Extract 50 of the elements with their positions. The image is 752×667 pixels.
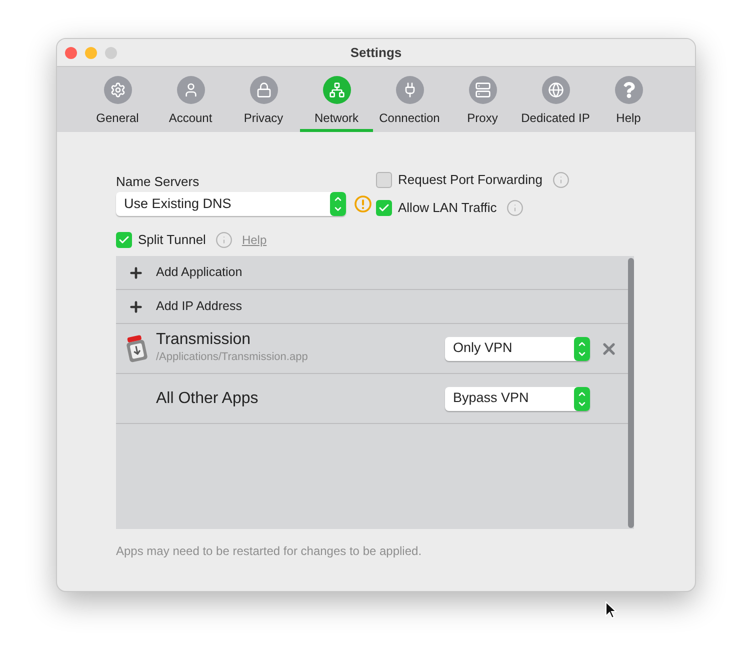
scrollbar[interactable] xyxy=(628,258,634,528)
tab[interactable]: Connection xyxy=(373,67,446,132)
lock-icon xyxy=(250,76,278,104)
tab[interactable]: Help xyxy=(592,67,665,132)
stepper-icon xyxy=(330,192,346,216)
app-path: /Applications/Transmission.app xyxy=(156,350,309,366)
dropdown[interactable]: Only VPN xyxy=(445,336,590,360)
dropdown[interactable]: Bypass VPN xyxy=(445,386,590,410)
info-icon[interactable] xyxy=(506,200,523,216)
tab[interactable]: Account xyxy=(154,67,227,132)
tab[interactable]: General xyxy=(81,67,154,132)
plug-icon xyxy=(396,76,424,104)
footer-note: Apps may need to be restarted for changes to be applied. xyxy=(116,543,423,560)
dropdown[interactable]: Use Existing DNS xyxy=(116,192,346,216)
app-name: Transmission xyxy=(156,331,252,350)
tab[interactable]: Proxy xyxy=(446,67,519,132)
network-icon xyxy=(322,76,350,104)
plus-icon xyxy=(128,264,144,280)
app-name: All Other Apps xyxy=(156,388,260,408)
globe-icon xyxy=(542,76,570,104)
tab[interactable]: Dedicated IP xyxy=(519,67,592,132)
checkbox[interactable] xyxy=(376,200,392,216)
server-icon xyxy=(468,76,496,104)
checkbox[interactable] xyxy=(376,172,392,188)
close-button[interactable] xyxy=(65,47,77,59)
info-icon[interactable] xyxy=(216,232,232,248)
zoom-button[interactable] xyxy=(105,47,117,59)
checkbox[interactable] xyxy=(116,232,132,248)
add-row[interactable]: Add Application xyxy=(116,256,628,290)
minimize-button[interactable] xyxy=(85,47,97,59)
stepper-icon xyxy=(574,386,590,410)
add-row[interactable]: Add IP Address xyxy=(116,290,628,324)
app-icon xyxy=(124,332,150,364)
check-icon xyxy=(118,234,130,246)
stepper-icon xyxy=(574,336,590,360)
window-title: Settings xyxy=(350,44,402,62)
tab[interactable]: Privacy xyxy=(227,67,300,132)
tab[interactable]: Network xyxy=(300,67,373,132)
person-icon xyxy=(176,76,204,104)
gear-icon xyxy=(104,76,132,104)
check-icon xyxy=(378,202,390,214)
question-icon xyxy=(614,76,642,104)
warning-icon xyxy=(354,195,372,213)
split-tunnel-label: Split Tunnel xyxy=(138,231,206,250)
option-label: Allow LAN Traffic xyxy=(398,199,497,218)
cursor-icon xyxy=(605,601,617,619)
option-label: Request Port Forwarding xyxy=(398,171,543,190)
name-servers-label: Name Servers xyxy=(116,174,200,190)
plus-icon xyxy=(128,298,144,314)
info-icon[interactable] xyxy=(552,172,569,188)
